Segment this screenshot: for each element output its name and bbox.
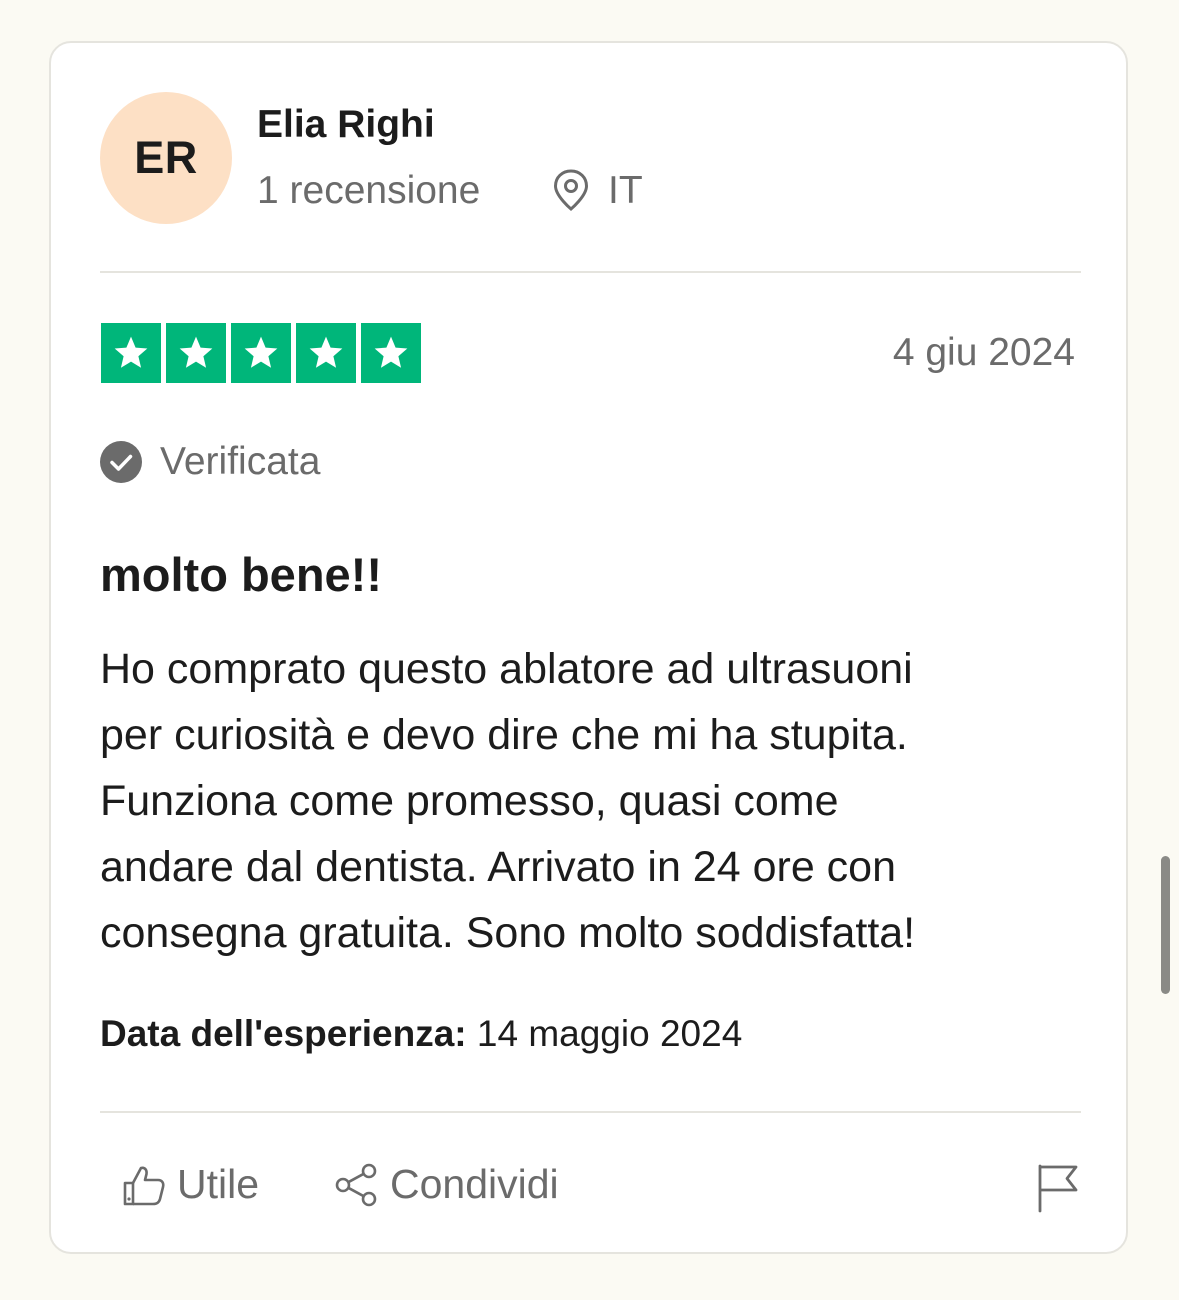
useful-label: Utile <box>177 1161 260 1207</box>
star-rating <box>101 323 421 383</box>
star-icon <box>361 323 421 383</box>
review-body-line: consegna gratuita. Sono molto soddisfatt… <box>100 909 916 957</box>
review-body-line: Ho comprato questo ablatore ad ultrasuon… <box>100 645 913 693</box>
check-circle-icon <box>100 441 142 483</box>
review-title: molto bene!! <box>100 548 382 601</box>
review-date: 4 giu 2024 <box>892 331 1075 374</box>
scrollbar-thumb[interactable] <box>1161 856 1170 994</box>
star-icon <box>231 323 291 383</box>
useful-button[interactable]: Utile <box>121 1161 259 1208</box>
flag-icon[interactable] <box>1036 1163 1080 1213</box>
star-icon <box>296 323 356 383</box>
experience-date: Data dell'esperienza: 14 maggio 2024 <box>100 1013 742 1055</box>
share-button[interactable]: Condividi <box>334 1161 559 1208</box>
experience-date-label: Data dell'esperienza: <box>100 1013 467 1054</box>
star-icon <box>101 323 161 383</box>
reviewer-name[interactable]: Elia Righi <box>257 103 435 147</box>
review-body-line: Funziona come promesso, quasi come <box>100 777 839 825</box>
share-icon <box>335 1163 377 1206</box>
avatar[interactable]: ER <box>100 92 232 224</box>
footer-divider <box>100 1111 1081 1113</box>
experience-date-value: 14 maggio 2024 <box>476 1013 743 1054</box>
header-divider <box>100 271 1081 273</box>
verified-label[interactable]: Verificata <box>160 440 320 484</box>
review-count: 1 recensione <box>257 169 481 212</box>
review-body: Ho comprato questo ablatore ad ultrasuon… <box>100 636 1085 966</box>
star-icon <box>166 323 226 383</box>
share-label: Condividi <box>390 1161 559 1207</box>
review-body-line: andare dal dentista. Arrivato in 24 ore … <box>100 843 897 891</box>
thumbs-up-icon <box>123 1166 165 1205</box>
reviewer-country: IT <box>608 169 643 212</box>
review-card: ER Elia Righi 1 recensione IT 4 giu 2024… <box>49 41 1128 1254</box>
location-pin-icon <box>553 169 589 211</box>
review-body-line: per curiosità e devo dire che mi ha stup… <box>100 711 908 759</box>
